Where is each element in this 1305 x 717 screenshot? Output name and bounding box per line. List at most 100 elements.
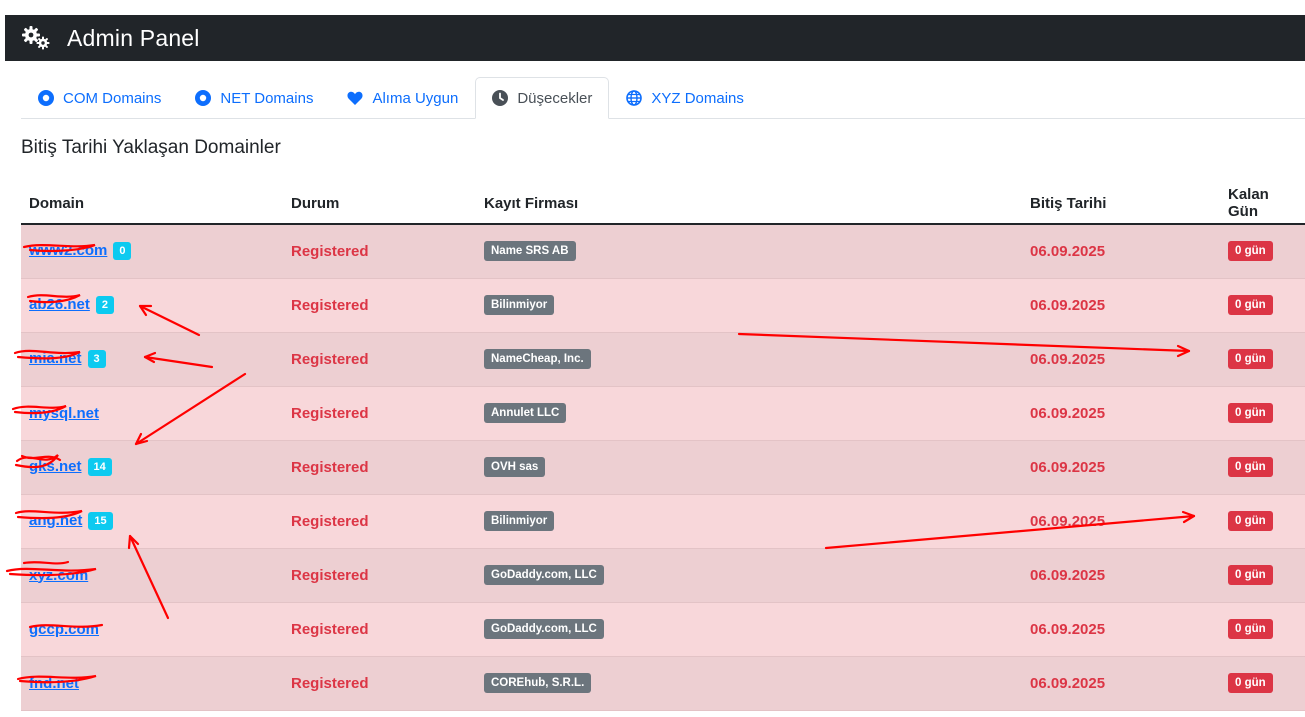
cell-expiry-date: 06.09.2025 (1022, 332, 1220, 387)
expiry-date: 06.09.2025 (1030, 350, 1106, 368)
status-text: Registered (291, 458, 369, 476)
cell-expiry-date: 06.09.2025 (1022, 548, 1220, 603)
tab-dusecekler[interactable]: Düşecekler (475, 77, 610, 119)
cell-status: Registered (283, 386, 476, 441)
cell-domain: mia.net 3 (21, 332, 283, 387)
days-left-badge: 0 gün (1228, 565, 1273, 585)
expiry-date: 06.09.2025 (1030, 296, 1106, 314)
heart-icon (347, 91, 363, 105)
app-title: Admin Panel (67, 24, 200, 51)
header-kayit-firmasi[interactable]: Kayıt Firması (476, 183, 1022, 225)
table-row: mysql.net Registered Annulet LLC 06.09.2025… (21, 386, 1305, 441)
cell-expiry-date: 06.09.2025 (1022, 386, 1220, 441)
registrar-badge: OVH sas (484, 457, 546, 477)
registrar-badge: GoDaddy.com, LLC (484, 565, 604, 585)
status-text: Registered (291, 620, 369, 638)
table-row: gks.net 14 Registered OVH sas 06.09.2025 0 gü… (21, 440, 1305, 495)
domain-link[interactable]: mia.net (29, 350, 82, 367)
status-text: Registered (291, 296, 369, 314)
domain-link[interactable]: fnd.net (29, 675, 79, 692)
table-row: ab26.net 2 Registered Bilinmiyor 06.09.2025 0… (21, 278, 1305, 333)
tab-alima-uygun[interactable]: Alıma Uygun (330, 77, 475, 119)
circle-dot-icon (38, 90, 54, 106)
cell-registrar: GoDaddy.com, LLC (476, 548, 1022, 603)
tab-net-domains[interactable]: NET Domains (178, 77, 330, 119)
cell-status: Registered (283, 278, 476, 333)
registrar-badge: Bilinmiyor (484, 511, 555, 531)
days-left-badge: 0 gün (1228, 619, 1273, 639)
domains-table: Domain Durum Kayıt Firması Bitiş Tarihi … (21, 183, 1305, 711)
domain-link[interactable]: ab26.net (29, 296, 90, 313)
cell-days-left: 0 gün (1220, 602, 1305, 657)
registrar-badge: Name SRS AB (484, 241, 576, 262)
table-header-row: Domain Durum Kayıt Firması Bitiş Tarihi … (21, 183, 1305, 225)
tab-xyz-domains[interactable]: XYZ Domains (609, 77, 761, 119)
days-left-badge: 0 gün (1228, 673, 1273, 693)
tab-label: Alıma Uygun (372, 89, 459, 107)
expiry-date: 06.09.2025 (1030, 566, 1106, 584)
table-row: gccp.com Registered GoDaddy.com, LLC 06.09.… (21, 602, 1305, 657)
cell-days-left: 0 gün (1220, 494, 1305, 549)
expiry-date: 06.09.2025 (1030, 404, 1106, 422)
cell-domain: mysql.net (21, 386, 283, 441)
count-badge: 3 (87, 350, 106, 368)
domain-link[interactable]: www2.com (29, 242, 107, 259)
days-left-badge: 0 gün (1228, 457, 1273, 477)
registrar-badge: GoDaddy.com, LLC (484, 619, 604, 639)
top-navbar: Admin Panel (5, 15, 1305, 61)
tab-label: XYZ Domains (651, 89, 744, 107)
cell-expiry-date: 06.09.2025 (1022, 494, 1220, 549)
domain-link[interactable]: xyz.com (29, 567, 88, 584)
cell-status: Registered (283, 440, 476, 495)
days-left-badge: 0 gün (1228, 295, 1273, 315)
tab-com-domains[interactable]: COM Domains (21, 77, 178, 119)
cell-registrar: GoDaddy.com, LLC (476, 602, 1022, 657)
domain-link[interactable]: ang.net (29, 512, 82, 529)
header-kalan-gun[interactable]: Kalan Gün (1220, 183, 1305, 225)
cell-registrar: Bilinmiyor (476, 494, 1022, 549)
expiry-date: 06.09.2025 (1030, 458, 1106, 476)
domain-link[interactable]: gks.net (29, 458, 82, 475)
tab-label: Düşecekler (517, 89, 593, 107)
cell-days-left: 0 gün (1220, 440, 1305, 495)
status-text: Registered (291, 350, 369, 368)
count-badge: 2 (95, 296, 114, 314)
cell-registrar: COREhub, S.R.L. (476, 656, 1022, 711)
header-domain[interactable]: Domain (21, 183, 283, 225)
cell-registrar: OVH sas (476, 440, 1022, 495)
header-durum[interactable]: Durum (283, 183, 476, 225)
days-left-badge: 0 gün (1228, 511, 1273, 531)
header-bitis-tarihi[interactable]: Bitiş Tarihi (1022, 183, 1220, 225)
cell-domain: ab26.net 2 (21, 278, 283, 333)
count-badge: 0 (113, 242, 132, 261)
status-text: Registered (291, 512, 369, 530)
status-text: Registered (291, 566, 369, 584)
days-left-badge: 0 gün (1228, 241, 1273, 262)
count-badge: 14 (87, 458, 112, 476)
domain-link[interactable]: mysql.net (29, 405, 99, 422)
domain-link[interactable]: gccp.com (29, 621, 99, 638)
cell-days-left: 0 gün (1220, 548, 1305, 603)
registrar-badge: Bilinmiyor (484, 295, 555, 315)
table-row: mia.net 3 Registered NameCheap, Inc. 06.09.2… (21, 332, 1305, 387)
tab-label: COM Domains (63, 89, 162, 107)
cell-expiry-date: 06.09.2025 (1022, 602, 1220, 657)
cell-registrar: Bilinmiyor (476, 278, 1022, 333)
days-left-badge: 0 gün (1228, 349, 1273, 369)
table-row: fnd.net Registered COREhub, S.R.L. 06.09.20… (21, 656, 1305, 711)
globe-icon (626, 90, 643, 106)
cell-registrar: Name SRS AB (476, 224, 1022, 279)
expiry-date: 06.09.2025 (1030, 620, 1106, 638)
cell-status: Registered (283, 548, 476, 603)
cell-expiry-date: 06.09.2025 (1022, 278, 1220, 333)
cell-days-left: 0 gün (1220, 386, 1305, 441)
registrar-badge: NameCheap, Inc. (484, 349, 591, 369)
table-row: www2.com 0 Registered Name SRS AB 06.09.2025… (21, 224, 1305, 279)
status-text: Registered (291, 242, 369, 260)
cell-days-left: 0 gün (1220, 278, 1305, 333)
cell-domain: gccp.com (21, 602, 283, 657)
cell-expiry-date: 06.09.2025 (1022, 224, 1220, 279)
gears-icon (22, 26, 50, 50)
cell-days-left: 0 gün (1220, 224, 1305, 279)
tab-bar: COM Domains NET Domains Alıma Uygun Düşe… (21, 77, 1305, 119)
